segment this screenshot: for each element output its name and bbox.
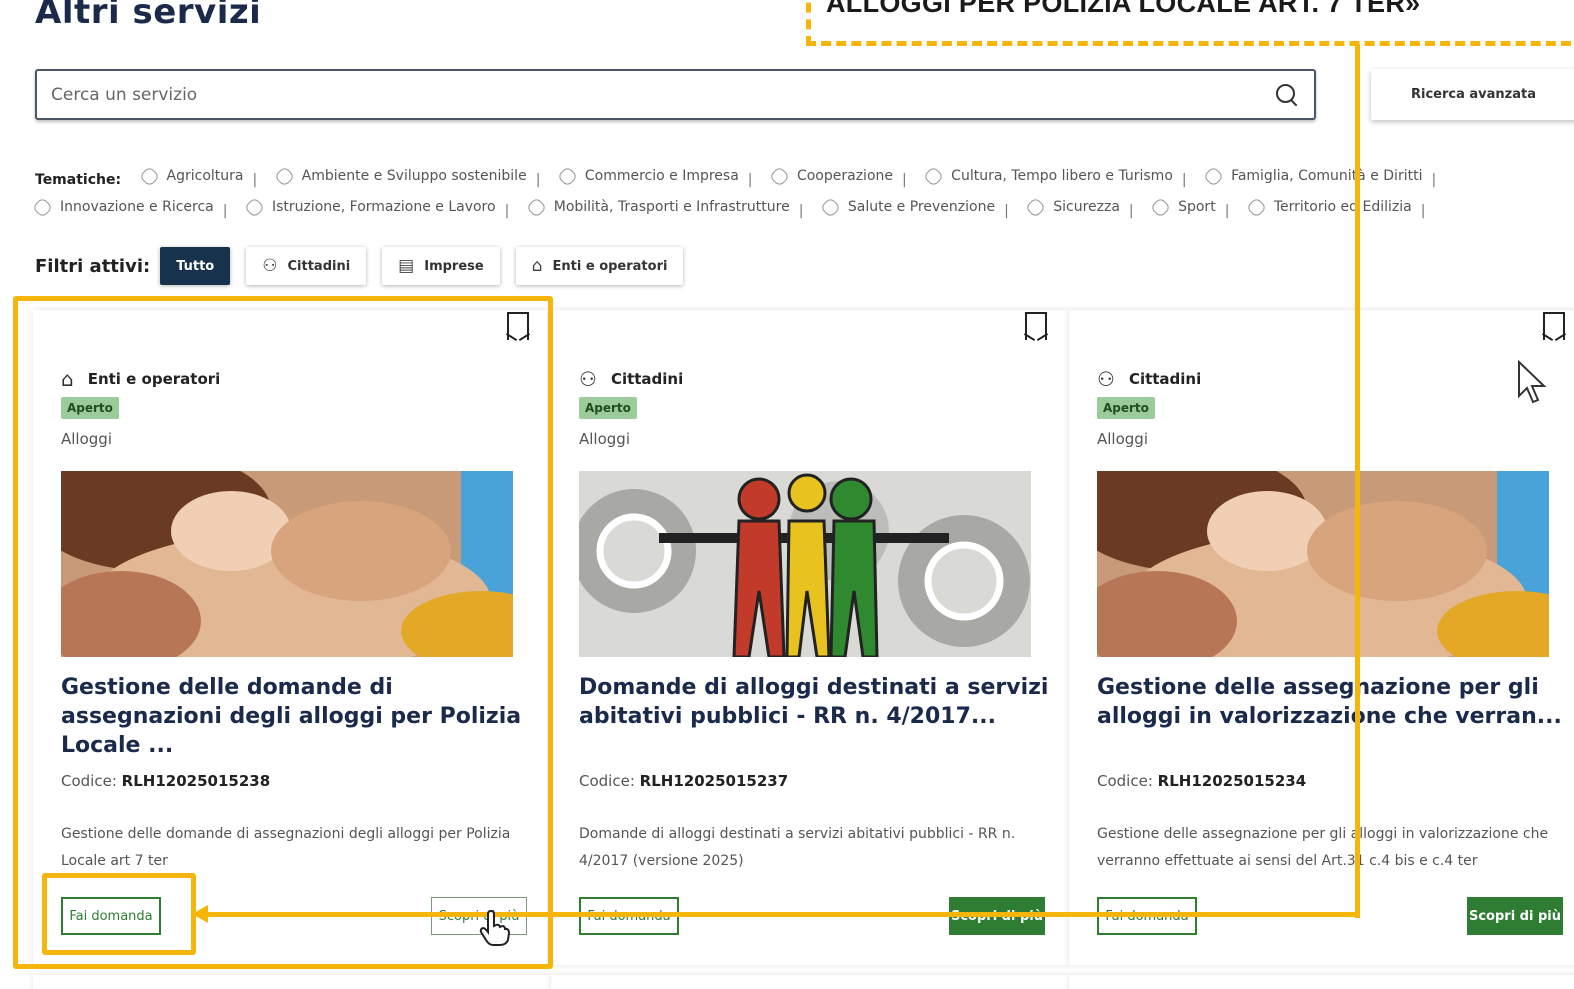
theme-link[interactable]: Innovazione e Ricerca (31, 194, 214, 221)
people-icon: ⚇ (579, 367, 597, 391)
card-category: ⚇ Cittadini (1097, 367, 1202, 391)
paperclip-icon (138, 165, 160, 188)
theme-link[interactable]: Cultura, Tempo libero e Turismo (920, 163, 1173, 190)
search-input[interactable] (51, 84, 1274, 105)
filter-all-button[interactable]: Tutto (160, 247, 231, 285)
paperclip-icon (525, 196, 547, 219)
card-image-gears (579, 471, 1031, 657)
paperclip-icon (1149, 196, 1172, 219)
search-box[interactable] (35, 69, 1316, 120)
active-filters: Filtri attivi: Tutto ⚇ Cittadini ▤ Imprese… (35, 247, 684, 285)
card-image-hands (1097, 471, 1549, 657)
next-card-row (33, 975, 551, 989)
bookmark-icon[interactable] (1025, 312, 1047, 340)
bookmark-icon[interactable] (1543, 312, 1565, 340)
highlight-connector-horizontal (207, 912, 1360, 917)
paperclip-icon (273, 165, 295, 188)
next-card-row (551, 975, 1069, 989)
service-card: ⚇ Cittadini Aperto Alloggi Gestione delle… (1069, 310, 1574, 965)
filters-label: Filtri attivi: (35, 255, 151, 277)
next-card-row (1069, 975, 1574, 989)
paperclip-icon (768, 165, 791, 188)
building-icon: ⌂ (531, 256, 543, 276)
theme-link[interactable]: Salute e Prevenzione (817, 194, 995, 221)
service-card: ⚇ Cittadini Aperto Alloggi Domande di all… (551, 310, 1069, 965)
status-badge: Aperto (579, 397, 637, 419)
people-icon: ⚇ (1097, 367, 1115, 391)
theme-link[interactable]: Mobilità, Trasporti e Infrastrutture (523, 194, 790, 221)
highlight-card-box (13, 296, 553, 969)
theme-link[interactable]: Agricoltura (136, 163, 244, 190)
hand-cursor-icon (479, 910, 510, 946)
theme-link[interactable]: Territorio ed Edilizia (1243, 194, 1412, 221)
theme-link[interactable]: Sicurezza (1022, 194, 1120, 221)
paperclip-icon (923, 165, 945, 188)
status-badge: Aperto (1097, 397, 1155, 419)
paperclip-icon (31, 196, 54, 219)
filter-citizens-button[interactable]: ⚇ Cittadini (246, 247, 367, 285)
paperclip-icon (243, 196, 266, 219)
theme-link[interactable]: Commercio e Impresa (554, 163, 739, 190)
mouse-pointer-icon (1518, 360, 1547, 404)
paperclip-icon (556, 165, 578, 188)
arrow-head-icon (192, 905, 208, 923)
paperclip-icon (1202, 165, 1225, 188)
card-category: ⚇ Cittadini (579, 367, 684, 391)
card-description: Gestione delle assegnazione per gli allo… (1097, 826, 1549, 869)
theme-link[interactable]: Sport (1147, 194, 1216, 221)
search-icon[interactable] (1274, 82, 1300, 108)
paperclip-icon (1025, 196, 1047, 219)
callout-text: ALLOGGI PER POLIZIA LOCALE ART. 7 TER» (826, 0, 1421, 18)
paperclip-icon (819, 196, 841, 219)
card-title[interactable]: Domande di alloggi destinati a servizi a… (579, 673, 1049, 731)
filter-entities-button[interactable]: ⌂ Enti e operatori (515, 247, 684, 285)
theme-link[interactable]: Cooperazione (766, 163, 893, 190)
paperclip-icon (1245, 196, 1267, 219)
factory-icon: ▤ (398, 256, 415, 276)
card-type: Alloggi (1097, 430, 1148, 448)
card-type: Alloggi (579, 430, 630, 448)
highlight-connector-vertical (1355, 44, 1360, 918)
card-description: Domande di alloggi destinati a servizi a… (579, 826, 1016, 869)
theme-link[interactable]: Istruzione, Formazione e Lavoro (241, 194, 496, 221)
discover-more-button[interactable]: Scopri di più (1467, 897, 1563, 935)
card-title[interactable]: Gestione delle assegnazione per gli allo… (1097, 673, 1567, 731)
advanced-search-button[interactable]: Ricerca avanzata (1371, 69, 1574, 120)
card-code: Codice: RLH12025015237 (579, 772, 789, 790)
page-title: Altri servizi (35, 0, 262, 32)
highlight-apply-box (42, 873, 196, 955)
theme-link[interactable]: Ambiente e Sviluppo sostenibile (271, 163, 527, 190)
themes-list: Tematiche: Agricoltura | Ambiente e Svilu… (31, 163, 1455, 225)
card-code: Codice: RLH12025015234 (1097, 772, 1307, 790)
themes-label: Tematiche: (35, 172, 122, 188)
theme-link[interactable]: Famiglia, Comunità e Diritti (1200, 163, 1422, 190)
filter-companies-button[interactable]: ▤ Imprese (382, 247, 500, 285)
people-icon: ⚇ (262, 256, 278, 276)
